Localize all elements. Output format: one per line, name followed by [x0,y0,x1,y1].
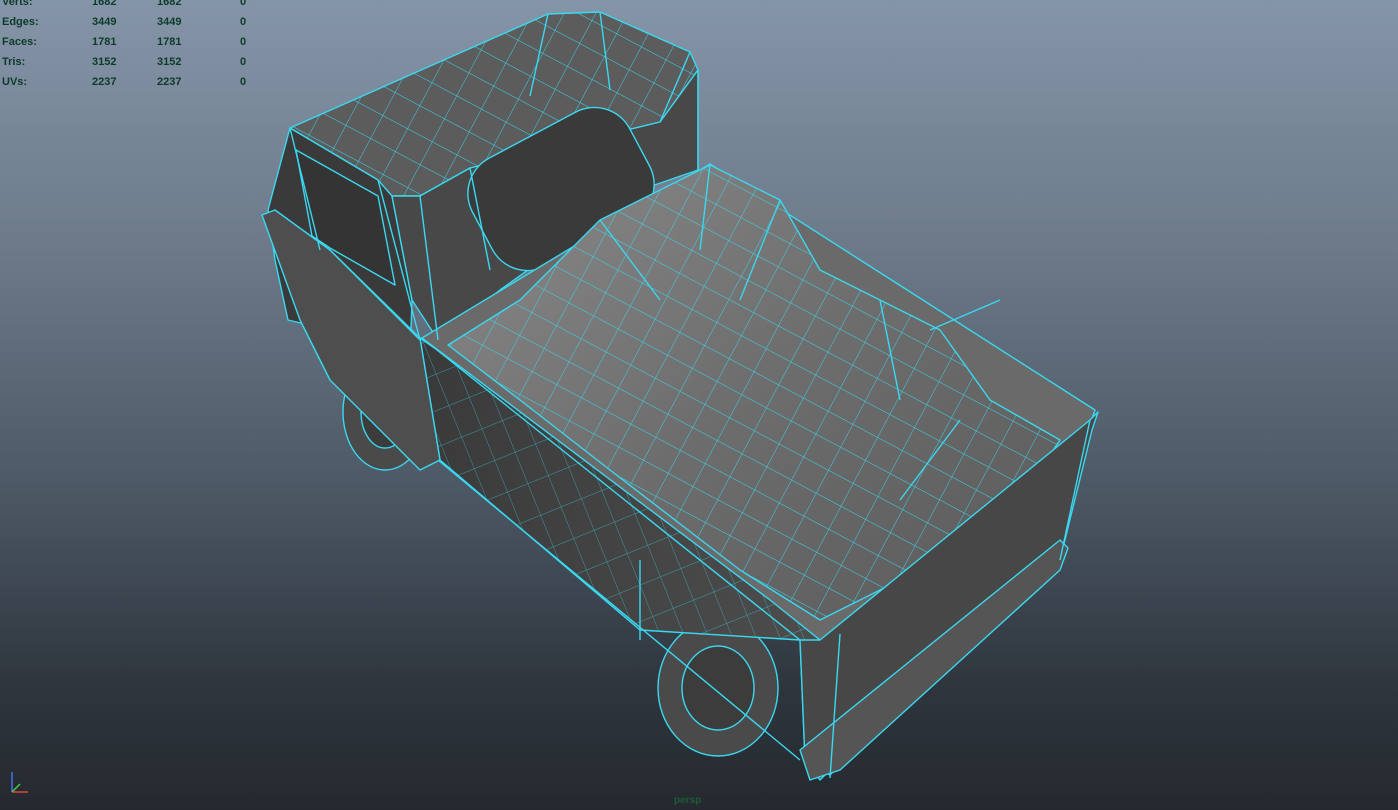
hud-value: 3152 [157,56,182,68]
hud-label: UVs: [2,76,28,88]
hud-label: Verts: [2,0,33,8]
hud-label: Tris: [2,56,26,68]
truck-mesh[interactable] [261,11,1099,781]
hud-value: 0 [240,76,247,88]
axis-gizmo-icon [11,772,28,793]
front-wheel-hub [681,645,755,731]
hud-value: 0 [240,16,247,28]
hud-label: Edges: [2,16,39,28]
camera-label: persp [674,795,702,806]
hud-value: 3152 [92,56,117,68]
hud-value: 1682 [157,0,182,8]
hud-value: 0 [240,56,247,68]
hud-value: 0 [240,0,247,8]
viewport-3d[interactable] [0,0,1398,810]
hud-value: 1781 [92,36,117,48]
hud-value: 1682 [92,0,117,8]
hud-value: 3449 [92,16,117,28]
hud-value: 3449 [157,16,182,28]
hud-value: 0 [240,36,247,48]
hud-label: Faces: [2,36,37,48]
hud-value: 1781 [157,36,182,48]
hud-value: 2237 [157,76,182,88]
hud-value: 2237 [92,76,117,88]
